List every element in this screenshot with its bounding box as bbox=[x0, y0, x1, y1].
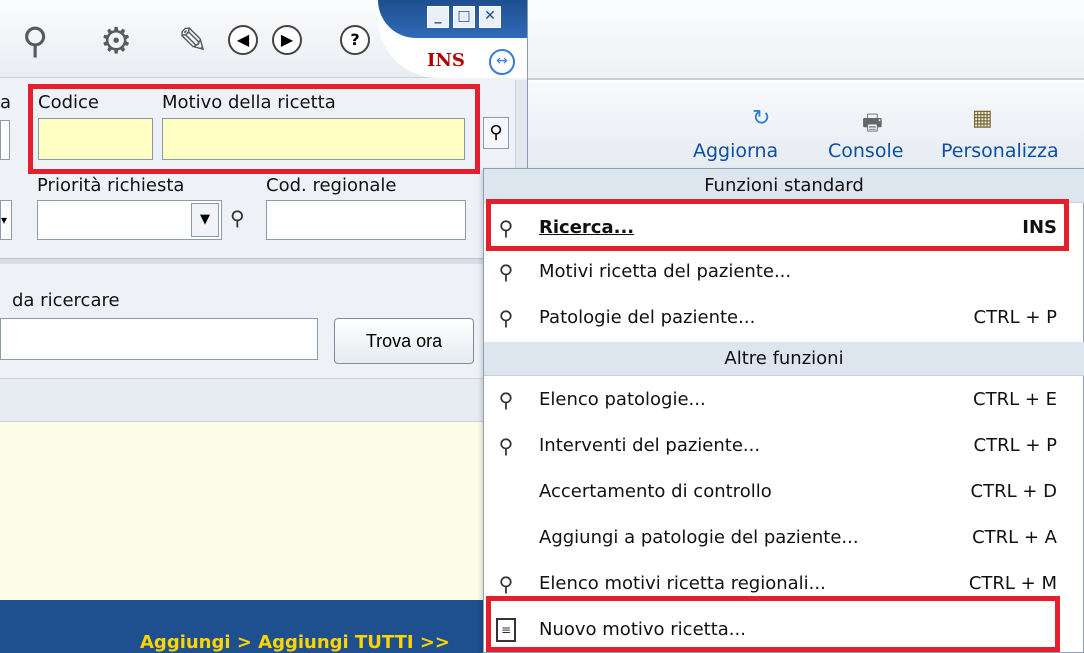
probe-icon[interactable]: ⚲ bbox=[22, 22, 48, 62]
priority-select[interactable]: ▼ bbox=[37, 200, 222, 240]
menu-item-ricerca[interactable]: ⚲ Ricerca... INS bbox=[484, 204, 1084, 252]
chevron-down-icon: ▼ bbox=[191, 203, 219, 237]
refresh-button[interactable]: Aggiorna bbox=[693, 140, 778, 162]
search-button[interactable]: ⚲ bbox=[483, 117, 509, 149]
magnifier-icon: ⚲ bbox=[498, 260, 514, 284]
menu-item-shortcut: CTRL + D bbox=[970, 481, 1057, 502]
magnifier-icon: ⚲ bbox=[498, 434, 514, 458]
document-icon: ≡ bbox=[496, 618, 516, 642]
motivo-field[interactable] bbox=[162, 118, 465, 160]
probe-icon: ⚲ bbox=[489, 122, 503, 143]
partial-field[interactable] bbox=[0, 120, 10, 160]
refresh-icon[interactable]: ↻ bbox=[752, 106, 770, 131]
cod-regionale-label: Cod. regionale bbox=[266, 175, 397, 196]
close-button[interactable]: ✕ bbox=[479, 6, 501, 28]
menu-item-label: Patologie del paziente... bbox=[539, 307, 756, 328]
find-button[interactable]: Trova ora bbox=[334, 318, 474, 364]
menu-item-label: Aggiungi a patologie del paziente... bbox=[539, 527, 859, 548]
magnifier-icon: ⚲ bbox=[498, 216, 514, 240]
secondary-titlebar bbox=[528, 0, 1084, 80]
results-list[interactable] bbox=[0, 422, 515, 600]
forward-icon[interactable]: ▶ bbox=[272, 25, 302, 55]
ins-mode-badge: INS bbox=[427, 50, 465, 71]
menu-item-shortcut: CTRL + P bbox=[973, 307, 1057, 328]
search-label: da ricercare bbox=[12, 290, 120, 311]
codice-field[interactable] bbox=[38, 118, 153, 160]
probe-icon[interactable]: ⚲ bbox=[230, 206, 245, 230]
swap-icon[interactable]: ↔ bbox=[489, 49, 515, 75]
help-icon[interactable]: ? bbox=[340, 25, 370, 55]
magnifier-icon: ⚲ bbox=[498, 388, 514, 412]
menu-item-elenco-motivi[interactable]: ⚲ Elenco motivi ricetta regionali... CTR… bbox=[484, 560, 1084, 608]
printer-icon[interactable]: 🖶 bbox=[862, 106, 883, 144]
magnifier-icon: ⚲ bbox=[498, 572, 514, 596]
divider bbox=[0, 258, 515, 264]
search-input[interactable] bbox=[0, 318, 318, 360]
customize-icon[interactable]: ▦ bbox=[972, 106, 993, 131]
maximize-button[interactable]: □ bbox=[453, 6, 475, 28]
menu-item-nuovo-motivo[interactable]: ≡ Nuovo motivo ricetta... bbox=[484, 606, 1084, 653]
menu-item-shortcut: CTRL + M bbox=[968, 573, 1057, 594]
console-button[interactable]: Console bbox=[828, 140, 903, 162]
menu-item-label: Accertamento di controllo bbox=[539, 481, 772, 502]
pen-edit-icon[interactable]: ✎ bbox=[178, 22, 208, 62]
menu-item-interventi[interactable]: ⚲ Interventi del paziente... CTRL + P bbox=[484, 422, 1084, 470]
menu-item-shortcut: CTRL + E bbox=[973, 389, 1057, 410]
main-window: ⚲ ⚙ ✎ ◀ ▶ ? _ □ ✕ INS ↔ a Codice Motivo … bbox=[0, 0, 528, 653]
menu-item-patologie-paziente[interactable]: ⚲ Patologie del paziente... CTRL + P bbox=[484, 294, 1084, 342]
menu-item-label: Motivi ricetta del paziente... bbox=[539, 261, 792, 282]
partial-label: a bbox=[0, 92, 12, 113]
menu-item-label: Nuovo motivo ricetta... bbox=[539, 619, 746, 640]
motivo-label: Motivo della ricetta bbox=[162, 92, 336, 113]
minimize-button[interactable]: _ bbox=[427, 6, 449, 28]
customize-button[interactable]: Personalizza bbox=[941, 140, 1059, 162]
context-menu: Funzioni standard ⚲ Ricerca... INS ⚲ Mot… bbox=[483, 168, 1084, 653]
find-button-label: Trova ora bbox=[365, 331, 443, 351]
menu-item-label: Elenco motivi ricetta regionali... bbox=[539, 573, 826, 594]
priority-label: Priorità richiesta bbox=[37, 175, 185, 196]
menu-item-accertamento[interactable]: Accertamento di controllo CTRL + D bbox=[484, 468, 1084, 516]
menu-item-shortcut: INS bbox=[1022, 217, 1057, 238]
back-icon[interactable]: ◀ bbox=[228, 25, 258, 55]
add-buttons-label[interactable]: Aggiungi > Aggiungi TUTTI >> bbox=[140, 632, 450, 653]
menu-header-other: Altre funzioni bbox=[484, 342, 1084, 376]
menu-item-label: Interventi del paziente... bbox=[539, 435, 761, 456]
cod-regionale-field[interactable] bbox=[266, 200, 466, 240]
menu-item-motivi-paziente[interactable]: ⚲ Motivi ricetta del paziente... bbox=[484, 248, 1084, 296]
stethoscope-icon[interactable]: ⚙ bbox=[100, 22, 132, 62]
menu-header-standard: Funzioni standard bbox=[484, 169, 1084, 203]
magnifier-icon: ⚲ bbox=[498, 306, 514, 330]
menu-item-elenco-patologie[interactable]: ⚲ Elenco patologie... CTRL + E bbox=[484, 376, 1084, 424]
results-header bbox=[0, 378, 515, 422]
menu-item-label: Ricerca... bbox=[539, 217, 635, 238]
codice-label: Codice bbox=[38, 92, 99, 113]
menu-item-label: Elenco patologie... bbox=[539, 389, 706, 410]
dropdown-arrow-icon[interactable]: ▾ bbox=[0, 200, 12, 240]
menu-item-shortcut: CTRL + A bbox=[972, 527, 1057, 548]
menu-item-shortcut: CTRL + P bbox=[973, 435, 1057, 456]
menu-item-aggiungi-patologie[interactable]: Aggiungi a patologie del paziente... CTR… bbox=[484, 514, 1084, 562]
